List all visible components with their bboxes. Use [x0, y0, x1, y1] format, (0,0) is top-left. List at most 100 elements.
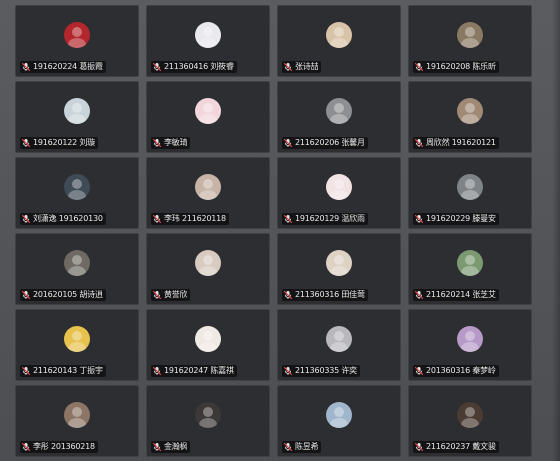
participant-tile[interactable]: 211620237 戴文骏 — [408, 385, 532, 457]
profile-photo-icon — [457, 250, 483, 276]
avatar — [326, 250, 352, 276]
participant-name: 李敏琦 — [164, 138, 188, 147]
mic-muted-icon — [283, 214, 293, 224]
avatar — [64, 250, 90, 276]
participant-name: 211360416 刘筱睿 — [164, 62, 234, 71]
participant-label: 李敏琦 — [151, 137, 191, 149]
mic-muted-icon — [152, 214, 162, 224]
mic-muted-icon — [283, 62, 293, 72]
participant-label: 191620247 陈嘉祺 — [151, 365, 237, 377]
participant-name: 金瀚枫 — [164, 442, 188, 451]
mic-muted-icon — [414, 138, 424, 148]
avatar — [457, 22, 483, 48]
avatar — [326, 402, 352, 428]
participant-label: 191620122 刘璇 — [20, 137, 98, 149]
profile-photo-icon — [457, 402, 483, 428]
profile-photo-icon — [326, 402, 352, 428]
participant-name: 211620206 张馨月 — [295, 138, 365, 147]
participant-name: 191620247 陈嘉祺 — [164, 366, 234, 375]
participant-tile[interactable]: 191620247 陈嘉祺 — [146, 309, 270, 381]
participant-name: 191620224 葛振霞 — [33, 62, 103, 71]
profile-photo-icon — [457, 98, 483, 124]
participant-name: 211620237 戴文骏 — [426, 442, 496, 451]
avatar — [195, 326, 221, 352]
avatar — [326, 326, 352, 352]
avatar — [64, 326, 90, 352]
participant-tile[interactable]: 211360416 刘筱睿 — [146, 5, 270, 77]
participant-name: 刘潇逸 191620130 — [33, 214, 103, 223]
participant-tile[interactable]: 211620214 张芝艾 — [408, 233, 532, 305]
avatar — [64, 22, 90, 48]
participant-tile[interactable]: 金瀚枫 — [146, 385, 270, 457]
profile-photo-icon — [195, 174, 221, 200]
avatar — [326, 22, 352, 48]
participant-label: 李玮 211620118 — [151, 213, 229, 225]
mic-muted-icon — [21, 138, 31, 148]
mic-muted-icon — [152, 62, 162, 72]
profile-photo-icon — [64, 326, 90, 352]
participant-label: 211360416 刘筱睿 — [151, 61, 237, 73]
participant-grid: 191620224 葛振霞 211360416 刘筱睿 张诗喆 19162020… — [15, 5, 532, 457]
participant-tile[interactable]: 191620208 陈乐昕 — [408, 5, 532, 77]
mic-muted-icon — [414, 62, 424, 72]
participant-label: 211620214 张芝艾 — [413, 289, 499, 301]
mic-muted-icon — [152, 442, 162, 452]
profile-photo-icon — [195, 22, 221, 48]
profile-photo-icon — [64, 174, 90, 200]
participant-tile[interactable]: 张诗喆 — [277, 5, 401, 77]
participant-tile[interactable]: 191620122 刘璇 — [15, 81, 139, 153]
mic-muted-icon — [21, 366, 31, 376]
participant-tile[interactable]: 黄誉欣 — [146, 233, 270, 305]
mic-muted-icon — [21, 62, 31, 72]
mic-muted-icon — [283, 366, 293, 376]
mic-muted-icon — [414, 290, 424, 300]
participant-label: 191620129 温欣雨 — [282, 213, 368, 225]
avatar — [64, 98, 90, 124]
participant-tile[interactable]: 李彤 201360218 — [15, 385, 139, 457]
mic-muted-icon — [21, 290, 31, 300]
participant-name: 张诗喆 — [295, 62, 319, 71]
profile-photo-icon — [457, 22, 483, 48]
mic-muted-icon — [414, 214, 424, 224]
meeting-gallery-view: 191620224 葛振霞 211360416 刘筱睿 张诗喆 19162020… — [0, 0, 560, 461]
profile-photo-icon — [64, 22, 90, 48]
participant-tile[interactable]: 陈昱希 — [277, 385, 401, 457]
participant-tile[interactable]: 周欣然 191620121 — [408, 81, 532, 153]
participant-name: 李彤 201360218 — [33, 442, 95, 451]
profile-photo-icon — [326, 174, 352, 200]
participant-name: 191620229 滕曼安 — [426, 214, 496, 223]
participant-label: 张诗喆 — [282, 61, 322, 73]
participant-tile[interactable]: 211620206 张馨月 — [277, 81, 401, 153]
participant-tile[interactable]: 191620129 温欣雨 — [277, 157, 401, 229]
avatar — [195, 98, 221, 124]
participant-tile[interactable]: 201360316 秦梦岭 — [408, 309, 532, 381]
participant-name: 191620208 陈乐昕 — [426, 62, 496, 71]
participant-label: 211360335 许奕 — [282, 365, 360, 377]
profile-photo-icon — [195, 402, 221, 428]
profile-photo-icon — [64, 250, 90, 276]
participant-name: 191620122 刘璇 — [33, 138, 95, 147]
mic-muted-icon — [283, 442, 293, 452]
participant-tile[interactable]: 李敏琦 — [146, 81, 270, 153]
participant-label: 周欣然 191620121 — [413, 137, 499, 149]
profile-photo-icon — [64, 98, 90, 124]
mic-muted-icon — [283, 138, 293, 148]
participant-tile[interactable]: 211360335 许奕 — [277, 309, 401, 381]
profile-photo-icon — [195, 250, 221, 276]
participant-label: 191620224 葛振霞 — [20, 61, 106, 73]
profile-photo-icon — [326, 250, 352, 276]
avatar — [457, 174, 483, 200]
participant-tile[interactable]: 211620143 丁振宇 — [15, 309, 139, 381]
participant-tile[interactable]: 201620105 胡诗逍 — [15, 233, 139, 305]
participant-tile[interactable]: 211360316 田佳莺 — [277, 233, 401, 305]
participant-label: 201620105 胡诗逍 — [20, 289, 106, 301]
scroll-edge-shade — [552, 0, 560, 461]
profile-photo-icon — [195, 326, 221, 352]
participant-label: 211620206 张馨月 — [282, 137, 368, 149]
participant-name: 211360316 田佳莺 — [295, 290, 365, 299]
avatar — [195, 402, 221, 428]
participant-tile[interactable]: 刘潇逸 191620130 — [15, 157, 139, 229]
participant-tile[interactable]: 李玮 211620118 — [146, 157, 270, 229]
participant-tile[interactable]: 191620229 滕曼安 — [408, 157, 532, 229]
participant-tile[interactable]: 191620224 葛振霞 — [15, 5, 139, 77]
